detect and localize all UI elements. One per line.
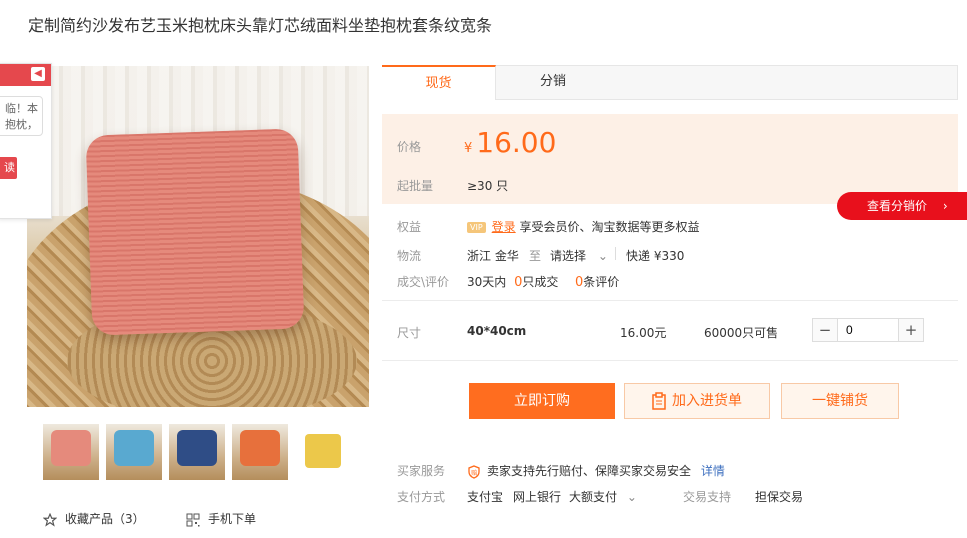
benefits-text: 享受会员价、淘宝数据等更多权益 — [519, 220, 700, 234]
product-title: 定制简约沙发布艺玉米抱枕床头靠灯芯绒面料坐垫抱枕套条纹宽条 — [28, 16, 493, 35]
star-icon — [43, 512, 57, 527]
payment-method-1: 支付宝 — [467, 490, 504, 504]
payment-method-3-label: 大额支付 — [569, 490, 618, 504]
buyer-service-text: 卖家支持先行赔付、保障买家交易安全 — [487, 464, 692, 478]
thumbnail-5[interactable] — [295, 424, 351, 480]
tab-bar: 现货 分销 — [382, 65, 958, 100]
thumb-pillow — [177, 430, 217, 466]
distribution-button-label: 查看分销价 — [867, 199, 928, 213]
sku-size-label: 尺寸 — [397, 326, 422, 340]
pink-pillow — [85, 128, 305, 336]
product-main-image[interactable] — [27, 66, 369, 407]
payment-label: 支付方式 — [397, 490, 446, 504]
buyer-service-row: 赔 卖家支持先行赔付、保障买家交易安全 详情 — [467, 462, 725, 479]
add-to-cart-label: 加入进货单 — [672, 393, 742, 409]
express-fee: 快递 ¥330 — [626, 249, 685, 263]
tab-distribution[interactable]: 分销 — [496, 65, 610, 100]
service-detail-link[interactable]: 详情 — [701, 464, 725, 478]
qrcode-icon — [186, 513, 200, 526]
floating-panel-header: ◀ — [0, 64, 51, 86]
chevron-down-icon: ⌄ — [626, 490, 637, 504]
deal-suffix: 只成交 — [522, 275, 559, 289]
thumbnail-3[interactable] — [169, 424, 225, 480]
sku-price: 16.00元 — [620, 326, 667, 340]
logistics-label: 物流 — [397, 249, 422, 263]
trade-support-value: 担保交易 — [755, 490, 804, 504]
one-click-list-button[interactable]: 一键铺货 — [781, 383, 899, 419]
mobile-order[interactable]: 手机下单 — [186, 510, 256, 527]
message-line-2: 抱枕， — [5, 118, 38, 131]
benefits-row: VIP 登录 享受会员价、淘宝数据等更多权益 — [467, 218, 700, 235]
mobile-order-label: 手机下单 — [208, 512, 257, 526]
tab-in-stock[interactable]: 现货 — [382, 65, 496, 100]
chevron-right-icon: › — [942, 199, 948, 213]
divider — [382, 300, 958, 301]
thumb-pillow — [51, 430, 91, 466]
logistics-to: 至 — [529, 249, 542, 263]
review-suffix: 条评价 — [583, 275, 620, 289]
login-link[interactable]: 登录 — [492, 220, 516, 234]
trade-support-label: 交易支持 — [683, 490, 732, 504]
favorite-label: 收藏产品（3） — [65, 512, 145, 526]
svg-text:赔: 赔 — [471, 469, 477, 477]
currency-symbol: ¥ — [464, 141, 473, 156]
reviews[interactable]: 0条评价 — [575, 273, 619, 290]
caret-left-icon[interactable]: ◀ — [31, 67, 45, 81]
benefits-label: 权益 — [397, 220, 422, 234]
floating-panel-button[interactable]: 读 — [0, 157, 17, 179]
add-to-cart-button[interactable]: 加入进货单 — [624, 383, 770, 419]
price-value: ¥16.00 — [464, 126, 556, 159]
thumb-pillow — [305, 434, 341, 468]
min-batch-label: 起批量 — [397, 179, 434, 193]
destination-select[interactable]: 请选择 ⌄ — [550, 247, 608, 264]
thumbnail-2[interactable] — [106, 424, 162, 480]
min-batch-value: ≥30 只 — [467, 179, 509, 193]
buyer-service-label: 买家服务 — [397, 464, 446, 478]
price-number: 16.00 — [476, 126, 557, 159]
deals-row: 30天内 0只成交 — [467, 273, 558, 290]
sku-stock: 60000只可售 — [704, 326, 779, 340]
thumb-pillow — [114, 430, 154, 466]
logistics-origin: 浙江 金华 — [467, 249, 519, 263]
thumbnail-4[interactable] — [232, 424, 288, 480]
chevron-down-icon: ⌄ — [597, 249, 608, 263]
destination-select-label: 请选择 — [550, 249, 587, 263]
floating-panel-message: 临！本 抱枕， — [0, 96, 43, 136]
deals-prefix: 30天内 — [467, 275, 507, 289]
sku-size-value: 40*40cm — [467, 324, 527, 338]
payment-method-2: 网上银行 — [513, 490, 562, 504]
quantity-stepper: − + — [812, 318, 924, 342]
thumbnail-1[interactable] — [43, 424, 99, 480]
shield-icon: 赔 — [468, 464, 480, 479]
favorite-product[interactable]: 收藏产品（3） — [43, 510, 145, 527]
floating-chat-panel: ◀ 临！本 抱枕， 读 — [0, 63, 52, 219]
thumb-pillow — [240, 430, 280, 466]
price-label: 价格 — [397, 140, 422, 154]
divider — [382, 360, 958, 361]
payment-method-3[interactable]: 大额支付 ⌄ — [569, 488, 637, 505]
quantity-input[interactable] — [838, 319, 899, 341]
view-distribution-price-button[interactable]: 查看分销价 › — [837, 192, 967, 220]
minus-button[interactable]: − — [813, 319, 838, 341]
divider — [615, 247, 616, 260]
buy-now-button[interactable]: 立即订购 — [469, 383, 615, 419]
plus-button[interactable]: + — [898, 319, 923, 341]
clipboard-icon — [652, 392, 666, 410]
vip-badge: VIP — [467, 222, 486, 233]
message-line-1: 临！本 — [5, 102, 38, 115]
deals-label: 成交\评价 — [397, 275, 450, 289]
